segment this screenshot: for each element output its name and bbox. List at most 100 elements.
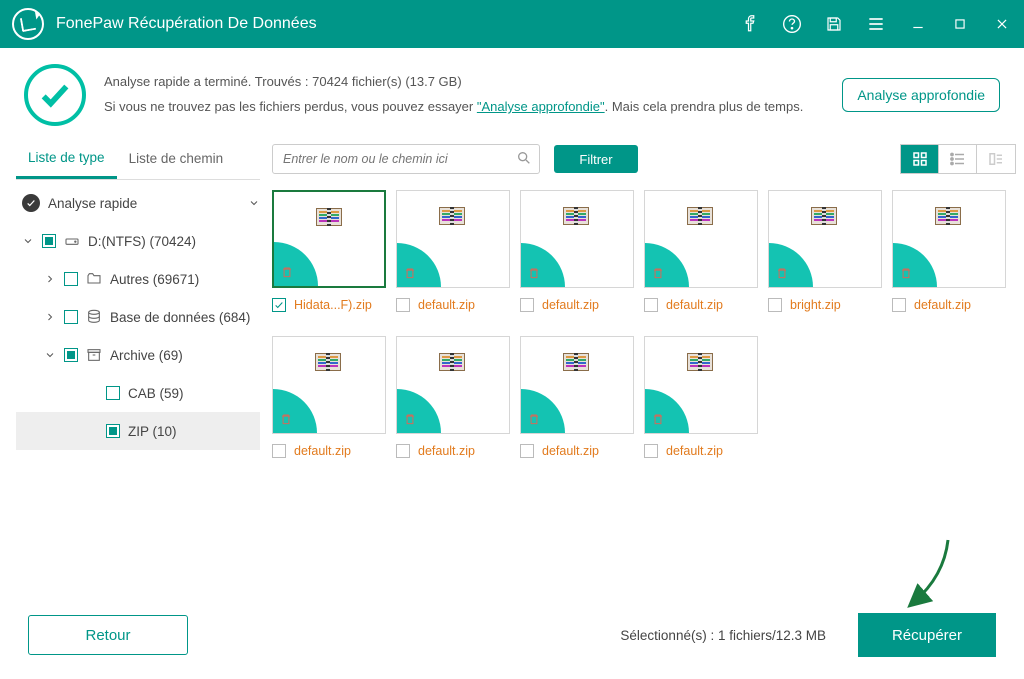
zip-icon: [935, 207, 961, 235]
search-icon[interactable]: [516, 150, 532, 171]
filter-button[interactable]: Filtrer: [554, 145, 638, 173]
chevron-down-icon[interactable]: [248, 197, 260, 209]
checkbox[interactable]: [106, 386, 120, 400]
folder-icon: [86, 271, 102, 287]
file-name: default.zip: [294, 444, 351, 458]
checkbox-indeterminate[interactable]: [106, 424, 120, 438]
file-card[interactable]: default.zip: [272, 336, 386, 460]
tree-zip[interactable]: ZIP (10): [16, 412, 260, 450]
file-checkbox[interactable]: [396, 444, 410, 458]
tab-path-list[interactable]: Liste de chemin: [117, 138, 236, 179]
back-button[interactable]: Retour: [28, 615, 188, 655]
file-name: default.zip: [542, 444, 599, 458]
file-label-row: Hidata...F).zip: [272, 296, 386, 314]
recover-button[interactable]: Récupérer: [858, 613, 996, 657]
file-name: default.zip: [666, 444, 723, 458]
file-label-row: default.zip: [396, 442, 510, 460]
check-badge-icon: [22, 194, 40, 212]
help-icon[interactable]: [782, 14, 802, 34]
file-checkbox[interactable]: [272, 298, 286, 312]
file-label-row: default.zip: [396, 296, 510, 314]
checkbox[interactable]: [64, 310, 78, 324]
checkbox-indeterminate[interactable]: [64, 348, 78, 362]
file-card[interactable]: default.zip: [520, 190, 634, 314]
tree-archive[interactable]: Archive (69): [16, 336, 260, 374]
check-icon: [24, 64, 86, 126]
summary-count: 70424 fichier(s) (13.7 GB): [312, 74, 462, 89]
file-thumb[interactable]: [396, 190, 510, 288]
file-card[interactable]: default.zip: [396, 336, 510, 460]
toolbar: Filtrer: [272, 138, 1016, 180]
file-checkbox[interactable]: [520, 444, 534, 458]
view-switch: [900, 144, 1016, 174]
file-card[interactable]: default.zip: [644, 336, 758, 460]
file-checkbox[interactable]: [644, 298, 658, 312]
tree-autres[interactable]: Autres (69671): [16, 260, 260, 298]
tab-type-list[interactable]: Liste de type: [16, 138, 117, 179]
view-detail-icon[interactable]: [977, 145, 1015, 173]
file-name: default.zip: [542, 298, 599, 312]
checkbox-indeterminate[interactable]: [42, 234, 56, 248]
titlebar: FonePaw Récupération De Données: [0, 0, 1024, 48]
file-checkbox[interactable]: [768, 298, 782, 312]
file-card[interactable]: default.zip: [520, 336, 634, 460]
chevron-right-icon[interactable]: [44, 273, 56, 285]
file-name: Hidata...F).zip: [294, 298, 372, 312]
close-icon[interactable]: [992, 14, 1012, 34]
tree-quick-scan[interactable]: Analyse rapide: [16, 184, 260, 222]
file-thumb[interactable]: [396, 336, 510, 434]
chevron-right-icon[interactable]: [44, 311, 56, 323]
tree-label: Archive (69): [110, 348, 183, 363]
deep-scan-link[interactable]: "Analyse approfondie": [477, 99, 605, 114]
file-card[interactable]: default.zip: [644, 190, 758, 314]
file-card[interactable]: default.zip: [396, 190, 510, 314]
file-checkbox[interactable]: [396, 298, 410, 312]
file-card[interactable]: default.zip: [892, 190, 1006, 314]
file-thumb[interactable]: [272, 336, 386, 434]
file-card[interactable]: bright.zip: [768, 190, 882, 314]
summary-line1a: Analyse rapide a terminé. Trouvés :: [104, 74, 312, 89]
file-thumb[interactable]: [272, 190, 386, 288]
file-checkbox[interactable]: [644, 444, 658, 458]
file-thumb[interactable]: [768, 190, 882, 288]
tree-label: CAB (59): [128, 386, 184, 401]
status-overlay-icon: [397, 243, 441, 287]
save-icon[interactable]: [824, 14, 844, 34]
menu-icon[interactable]: [866, 14, 886, 34]
checkbox[interactable]: [64, 272, 78, 286]
file-checkbox[interactable]: [892, 298, 906, 312]
drive-icon: [64, 233, 80, 249]
file-thumb[interactable]: [520, 336, 634, 434]
file-name: default.zip: [418, 444, 475, 458]
footer: Retour Sélectionné(s) : 1 fichiers/12.3 …: [0, 599, 1024, 671]
file-card[interactable]: Hidata...F).zip: [272, 190, 386, 314]
status-overlay-icon: [645, 389, 689, 433]
tree-database[interactable]: Base de données (684): [16, 298, 260, 336]
maximize-icon[interactable]: [950, 14, 970, 34]
file-label-row: default.zip: [520, 442, 634, 460]
view-list-icon[interactable]: [939, 145, 977, 173]
file-label-row: bright.zip: [768, 296, 882, 314]
zip-icon: [687, 353, 713, 381]
chevron-down-icon[interactable]: [22, 235, 34, 247]
chevron-down-icon[interactable]: [44, 349, 56, 361]
file-thumb[interactable]: [644, 336, 758, 434]
file-thumb[interactable]: [892, 190, 1006, 288]
file-checkbox[interactable]: [520, 298, 534, 312]
minimize-icon[interactable]: [908, 14, 928, 34]
file-name: default.zip: [418, 298, 475, 312]
facebook-icon[interactable]: [740, 14, 760, 34]
file-thumb[interactable]: [644, 190, 758, 288]
summary-text: Analyse rapide a terminé. Trouvés : 7042…: [104, 70, 824, 119]
status-overlay-icon: [521, 389, 565, 433]
view-grid-icon[interactable]: [901, 145, 939, 173]
deep-scan-button[interactable]: Analyse approfondie: [842, 78, 1000, 112]
status-overlay-icon: [274, 242, 318, 286]
file-thumb[interactable]: [520, 190, 634, 288]
tree-label: ZIP (10): [128, 424, 177, 439]
tree-cab[interactable]: CAB (59): [16, 374, 260, 412]
search-input[interactable]: [272, 144, 540, 174]
tree-drive[interactable]: D:(NTFS) (70424): [16, 222, 260, 260]
tree-label: Autres (69671): [110, 272, 199, 287]
file-checkbox[interactable]: [272, 444, 286, 458]
